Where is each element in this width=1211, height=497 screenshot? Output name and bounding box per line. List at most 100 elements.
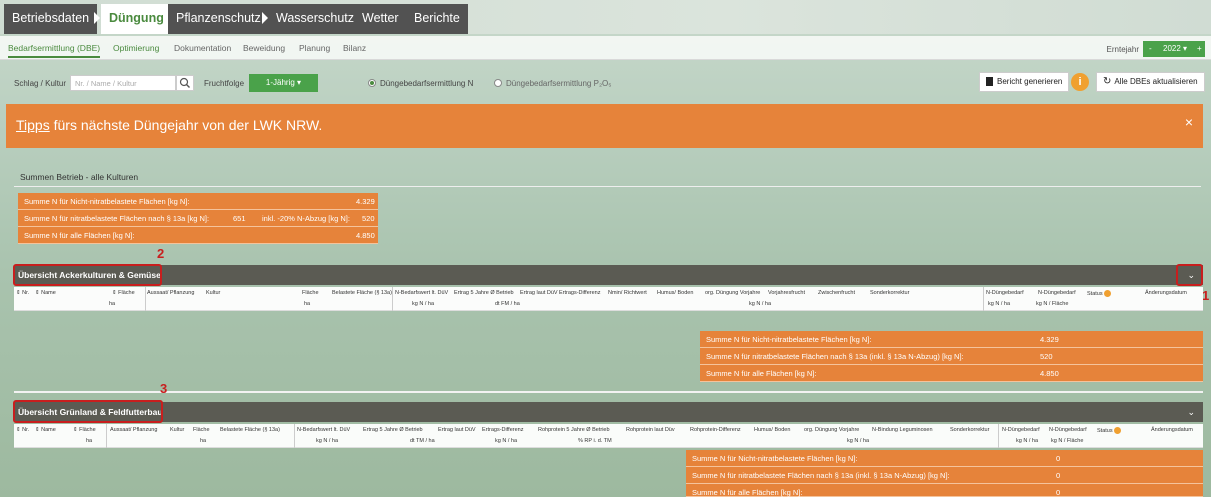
subtab-dokumentation[interactable]: Dokumentation [174, 43, 231, 53]
acker-table-header: ⇕ Nr. ⇕ Name ⇕ Fläche Aussaat/ Pflanzung… [14, 287, 1203, 311]
summary-title: Summen Betrieb - alle Kulturen [20, 172, 139, 182]
col-humus: Humus/ Boden [754, 427, 791, 433]
year-plus-button[interactable]: + [1197, 41, 1202, 57]
summary-label: Summe N für nitratbelastete Flächen nach… [706, 352, 964, 361]
toolbar: Schlag / Kultur Nr. / Name / Kultur Fruc… [0, 68, 1211, 98]
gruen-sum-alle: Summe N für alle Flächen [kg N]: 0 [686, 484, 1203, 497]
tab-wetter[interactable]: Wetter [354, 4, 407, 34]
aktualisieren-label: Alle DBEs aktualisieren [1114, 77, 1198, 86]
divider [392, 287, 393, 311]
erntejahr-label: Erntejahr [1106, 45, 1139, 54]
info-icon[interactable] [1114, 427, 1122, 434]
col-org-duengung: org. Düngung Vorjahre [804, 427, 860, 433]
tipps-link[interactable]: Tipps [16, 117, 50, 133]
info-icon[interactable] [1104, 290, 1112, 297]
col-ertrag5: Ertrag 5 Jahre Ø Betrieb [454, 290, 514, 296]
col-flaeche[interactable]: ⇕ Fläche [73, 427, 96, 433]
tab-wasserschutz[interactable]: Wasserschutz [268, 4, 363, 34]
banner-text: Tipps fürs nächste Düngejahr von der LWK… [16, 117, 322, 133]
col-name[interactable]: ⇕ Name [35, 427, 56, 433]
col-nduengebedarf-flaeche: N-Düngebedarf [1049, 427, 1087, 433]
alle-dbes-aktualisieren-button[interactable]: ↻ Alle DBEs aktualisieren [1096, 72, 1205, 92]
radio-n-label[interactable]: Düngebedarfsermittlung N [380, 79, 473, 88]
summary-value: 4.329 [1040, 335, 1059, 344]
col-aenderungsdatum: Änderungsdatum [1145, 290, 1187, 296]
summary-value: 520 [362, 214, 375, 223]
unit: kg N / ha [749, 301, 772, 307]
summary-label: Summe N für alle Flächen [kg N]: [706, 369, 817, 378]
subtab-optimierung[interactable]: Optimierung [113, 43, 159, 53]
year-value[interactable]: 2022 [1163, 41, 1181, 57]
unit: ha [86, 438, 93, 444]
acker-sum-alle: Summe N für alle Flächen [kg N]: 4.850 [700, 365, 1203, 382]
search-button[interactable] [176, 75, 194, 91]
divider [14, 391, 1203, 393]
schlag-kultur-label: Schlag / Kultur [14, 79, 67, 88]
unit: kg N / ha [847, 438, 870, 444]
year-minus-button[interactable]: - [1149, 41, 1152, 57]
radio-p2o5[interactable] [494, 79, 502, 87]
tab-berichte[interactable]: Berichte [406, 4, 468, 34]
col-sonderkorrektur: Sonderkorrektur [870, 290, 910, 296]
info-icon[interactable]: i [1071, 73, 1089, 91]
summary-value: 0 [1056, 454, 1061, 463]
col-nduengebedarf-ha: N-Düngebedarf [986, 290, 1024, 296]
tab-pflanzenschutz[interactable]: Pflanzenschutz [168, 4, 269, 34]
banner-message: fürs nächste Düngejahr von der LWK NRW. [49, 117, 323, 133]
subtab-beweidung[interactable]: Beweidung [243, 43, 285, 53]
close-icon[interactable]: × [1185, 114, 1193, 130]
col-ertragsdiff: Ertrags-Differenz [482, 427, 524, 433]
summary-label: Summe N für Nicht-nitratbelastete Fläche… [706, 335, 872, 344]
unit: kg N / Fläche [1051, 438, 1084, 444]
fruchtfolge-label: Fruchtfolge [204, 79, 245, 88]
col-flaeche[interactable]: ⇕ Fläche [112, 290, 135, 296]
col-nr[interactable]: ⇕ Nr. [16, 427, 29, 433]
annotation-box-3 [13, 400, 163, 423]
summary-note: inkl. -20% N-Abzug [kg N]: [262, 214, 350, 223]
divider [14, 186, 1201, 187]
bericht-generieren-button[interactable]: Bericht generieren [979, 72, 1070, 92]
summary-value: 4.850 [1040, 369, 1059, 378]
col-org-duengung: org. Düngung Vorjahre [705, 290, 761, 296]
col-nmin: Nmin/ Richtwert [608, 290, 647, 296]
col-zwischenfrucht: Zwischenfrucht [818, 290, 855, 296]
col-vorjahresfrucht: Vorjahresfrucht [768, 290, 805, 296]
summary-label: Summe N für Nicht-nitratbelastete Fläche… [24, 197, 190, 206]
subtab-planung[interactable]: Planung [299, 43, 330, 53]
tab-duengung[interactable]: Düngung [101, 4, 172, 34]
subtab-bilanz[interactable]: Bilanz [343, 43, 366, 53]
unit: kg N / ha [412, 301, 435, 307]
chevron-down-icon[interactable]: ⌄ [1187, 402, 1195, 422]
col-status-label: Status [1087, 290, 1103, 297]
summary-value: 520 [1040, 352, 1053, 361]
radio-p2o5-label[interactable]: Düngebedarfsermittlung P₂O₅ [506, 79, 612, 88]
col-belastete: Belastete Fläche (§ 13a) [220, 427, 280, 433]
summary-label: Summe N für alle Flächen [kg N]: [24, 231, 135, 240]
unit: kg N / ha [1016, 438, 1039, 444]
col-rohprotein5: Rohprotein 5 Jahre Ø Betrieb [538, 427, 610, 433]
col-nr[interactable]: ⇕ Nr. [16, 290, 29, 296]
col-status: Status [1097, 427, 1122, 434]
col-name[interactable]: ⇕ Name [35, 290, 56, 296]
search-icon [179, 77, 190, 88]
unit: kg N / Fläche [1036, 301, 1069, 307]
search-input[interactable]: Nr. / Name / Kultur [70, 75, 176, 91]
fruchtfolge-value: 1-Jährig [265, 78, 295, 87]
subtab-bedarfsermittlung[interactable]: Bedarfsermittlung (DBE) [8, 43, 101, 58]
col-ertrag5: Ertrag 5 Jahre Ø Betrieb [363, 427, 423, 433]
acker-sum-nicht-nitrat: Summe N für Nicht-nitratbelastete Fläche… [700, 331, 1203, 348]
radio-n[interactable] [368, 79, 376, 87]
col-status-label: Status [1097, 427, 1113, 434]
summary-label: Summe N für Nicht-nitratbelastete Fläche… [692, 454, 858, 463]
gruen-sum-nicht-nitrat: Summe N für Nicht-nitratbelastete Fläche… [686, 450, 1203, 467]
unit: kg N / ha [988, 301, 1011, 307]
unit: % RP i. d. TM [578, 438, 612, 444]
summary-label: Summe N für nitratbelastete Flächen nach… [692, 471, 950, 480]
summary-value: 4.850 [356, 231, 375, 240]
acker-section-header[interactable]: Übersicht Ackerkulturen & Gemüse ⌄ [14, 265, 1203, 285]
erntejahr-selector[interactable]: - 2022 ▾ + [1143, 41, 1205, 57]
tab-betriebsdaten[interactable]: Betriebsdaten [4, 4, 98, 34]
gruen-section-header[interactable]: Übersicht Grünland & Feldfutterbau ⌄ [14, 402, 1203, 422]
fruchtfolge-dropdown[interactable]: 1-Jährig ▾ [249, 74, 318, 92]
col-aussaat: Aussaat/ Pflanzung [147, 290, 195, 296]
